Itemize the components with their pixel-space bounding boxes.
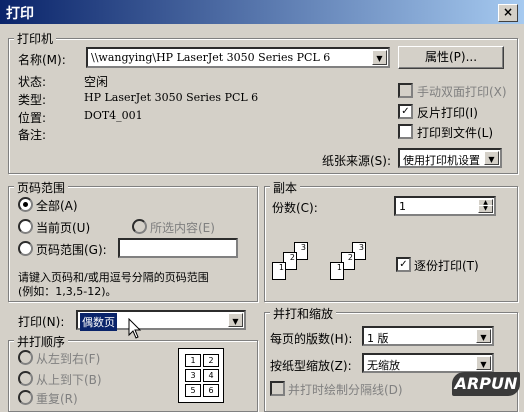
paper-source-dropdown[interactable]: 使用打印机设置 ▼ [398, 148, 502, 168]
left-to-right-radio[interactable] [18, 350, 33, 365]
where-label: 位置: [18, 111, 47, 125]
printer-name-label: 名称(M): [18, 53, 66, 67]
status-value: 空闲 [84, 75, 109, 89]
copies-count-value: 1 [399, 200, 406, 213]
all-pages-radio[interactable] [18, 197, 33, 212]
printer-group-title: 打印机 [14, 30, 57, 47]
draw-borders-label: 并打时绘制分隔线(D) [288, 383, 403, 397]
chevron-down-icon[interactable]: ▼ [372, 50, 387, 65]
mouse-cursor-icon [128, 318, 142, 339]
top-to-bottom-label: 从上到下(B) [36, 373, 102, 387]
spin-down-icon[interactable]: ▼ [478, 205, 493, 213]
repeat-label: 重复(R) [36, 392, 78, 406]
page-icon: 1 [330, 262, 344, 280]
window-title: 打印 [6, 6, 34, 22]
page-range-title: 页码范围 [14, 179, 69, 196]
comment-label: 备注: [18, 128, 47, 142]
pages-per-sheet-dropdown[interactable]: 1 版 ▼ [362, 326, 494, 346]
copies-count-label: 份数(C): [272, 201, 318, 215]
selection-radio[interactable] [132, 219, 147, 234]
reverse-print-checkbox[interactable]: ✓ [398, 104, 413, 119]
paper-source-value: 使用打印机设置 [403, 154, 480, 167]
page-icon: 1 [272, 262, 286, 280]
collate-checkbox[interactable]: ✓ [396, 257, 411, 272]
chevron-down-icon[interactable]: ▼ [476, 329, 491, 343]
where-value: DOT4_001 [84, 109, 143, 122]
preview-cell: 1 [185, 354, 201, 367]
draw-borders-checkbox[interactable] [270, 381, 285, 396]
print-what-dropdown[interactable]: 偶数页 ▼ [76, 310, 246, 331]
zoom-title: 并打和缩放 [270, 305, 337, 322]
pages-per-sheet-value: 1 版 [367, 332, 389, 345]
current-page-radio[interactable] [18, 219, 33, 234]
print-what-label: 打印(N): [18, 315, 65, 329]
collate-illustration: 3 2 1 [272, 242, 332, 290]
current-page-label: 当前页(U) [36, 221, 91, 235]
page-range-hint-2: (例如：1,3,5-12)。 [18, 285, 117, 298]
repeat-radio[interactable] [18, 390, 33, 405]
top-to-bottom-radio[interactable] [18, 371, 33, 386]
manual-duplex-checkbox[interactable] [398, 83, 413, 98]
print-to-file-checkbox[interactable] [398, 124, 413, 139]
preview-cell: 4 [203, 369, 219, 382]
selection-label: 所选内容(E) [150, 221, 215, 235]
properties-button[interactable]: 属性(P)... [398, 46, 504, 69]
chevron-down-icon[interactable]: ▼ [484, 151, 499, 165]
page-range-radio[interactable] [18, 241, 33, 256]
pages-per-sheet-label: 每页的版数(H): [270, 332, 353, 346]
chevron-down-icon[interactable]: ▼ [228, 313, 243, 327]
preview-cell: 6 [203, 384, 219, 397]
page-range-label: 页码范围(G): [36, 243, 107, 257]
printer-name-value: \\wangying\HP LaserJet 3050 Series PCL 6 [91, 51, 331, 64]
order-preview: 1 2 3 4 5 6 [178, 348, 224, 403]
watermark-logo: ARPUN [452, 372, 520, 396]
left-to-right-label: 从左到右(F) [36, 352, 101, 366]
collate-illustration: 3 2 1 [330, 242, 390, 290]
type-label: 类型: [18, 93, 47, 107]
collate-label: 逐份打印(T) [414, 259, 479, 273]
copies-title: 副本 [270, 179, 301, 196]
title-bar [0, 0, 524, 24]
type-value: HP LaserJet 3050 Series PCL 6 [84, 91, 259, 104]
status-label: 状态: [18, 75, 47, 89]
close-button[interactable]: × [498, 4, 518, 22]
manual-duplex-label: 手动双面打印(X) [417, 85, 507, 99]
scale-dropdown[interactable]: 无缩放 ▼ [362, 353, 494, 373]
printer-name-dropdown[interactable]: \\wangying\HP LaserJet 3050 Series PCL 6… [86, 47, 390, 68]
reverse-print-label: 反片打印(I) [417, 106, 478, 120]
scale-value: 无缩放 [367, 359, 400, 372]
chevron-down-icon[interactable]: ▼ [476, 356, 491, 370]
copies-count-spinner[interactable]: 1 ▲ ▼ [394, 196, 496, 216]
scale-label: 按纸型缩放(Z): [270, 359, 352, 373]
preview-cell: 2 [203, 354, 219, 367]
preview-cell: 3 [185, 369, 201, 382]
preview-cell: 5 [185, 384, 201, 397]
order-title: 并打顺序 [14, 333, 69, 350]
print-what-value: 偶数页 [80, 313, 117, 331]
page-range-input[interactable] [118, 238, 238, 258]
all-pages-label: 全部(A) [36, 199, 78, 213]
print-to-file-label: 打印到文件(L) [417, 126, 494, 140]
paper-source-label: 纸张来源(S): [322, 154, 392, 168]
